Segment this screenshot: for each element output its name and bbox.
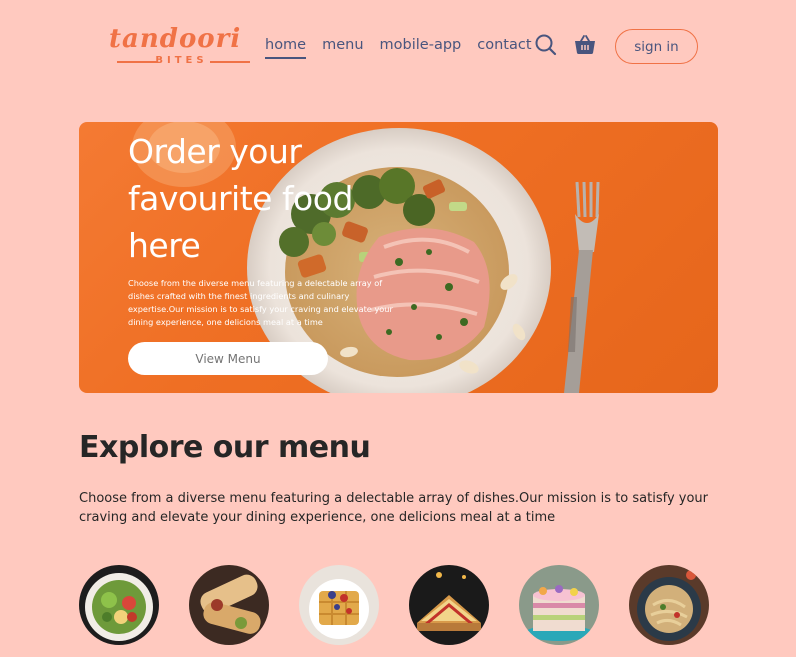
sign-in-button[interactable]: sign in (615, 29, 698, 64)
logo[interactable]: tandoori BITES (109, 24, 254, 70)
nav-menu: home menu mobile-app contact (265, 35, 532, 59)
hero-title: Order your favourite food here (128, 132, 353, 265)
menu-item-rolls[interactable] (189, 565, 269, 645)
nav-link-home[interactable]: home (265, 35, 307, 59)
hero-content: Order your favourite food here Choose fr… (128, 128, 418, 375)
menu-item-sandwich[interactable] (409, 565, 489, 645)
menu-category-list (79, 565, 719, 657)
hero-banner: Order your favourite food here Choose fr… (79, 122, 718, 393)
logo-main-text: tandoori (109, 24, 242, 54)
menu-item-waffles[interactable] (299, 565, 379, 645)
basket-icon[interactable] (573, 33, 597, 57)
nav-link-menu[interactable]: menu (322, 35, 363, 59)
view-menu-button[interactable]: View Menu (128, 342, 328, 375)
nav-link-mobile-app[interactable]: mobile-app (380, 35, 462, 59)
explore-menu-title: Explore our menu (79, 430, 371, 465)
navbar: tandoori BITES home menu mobile-app cont… (0, 0, 796, 100)
logo-divider-right (210, 61, 250, 63)
hero-description: Choose from the diverse menu featuring a… (128, 278, 393, 327)
nav-link-contact[interactable]: contact (477, 35, 531, 59)
menu-item-cake[interactable] (519, 565, 599, 645)
explore-menu-text: Choose from a diverse menu featuring a d… (79, 491, 709, 525)
search-icon[interactable] (534, 33, 558, 57)
menu-item-noodles[interactable] (629, 565, 709, 645)
menu-item-salad[interactable] (79, 565, 159, 645)
